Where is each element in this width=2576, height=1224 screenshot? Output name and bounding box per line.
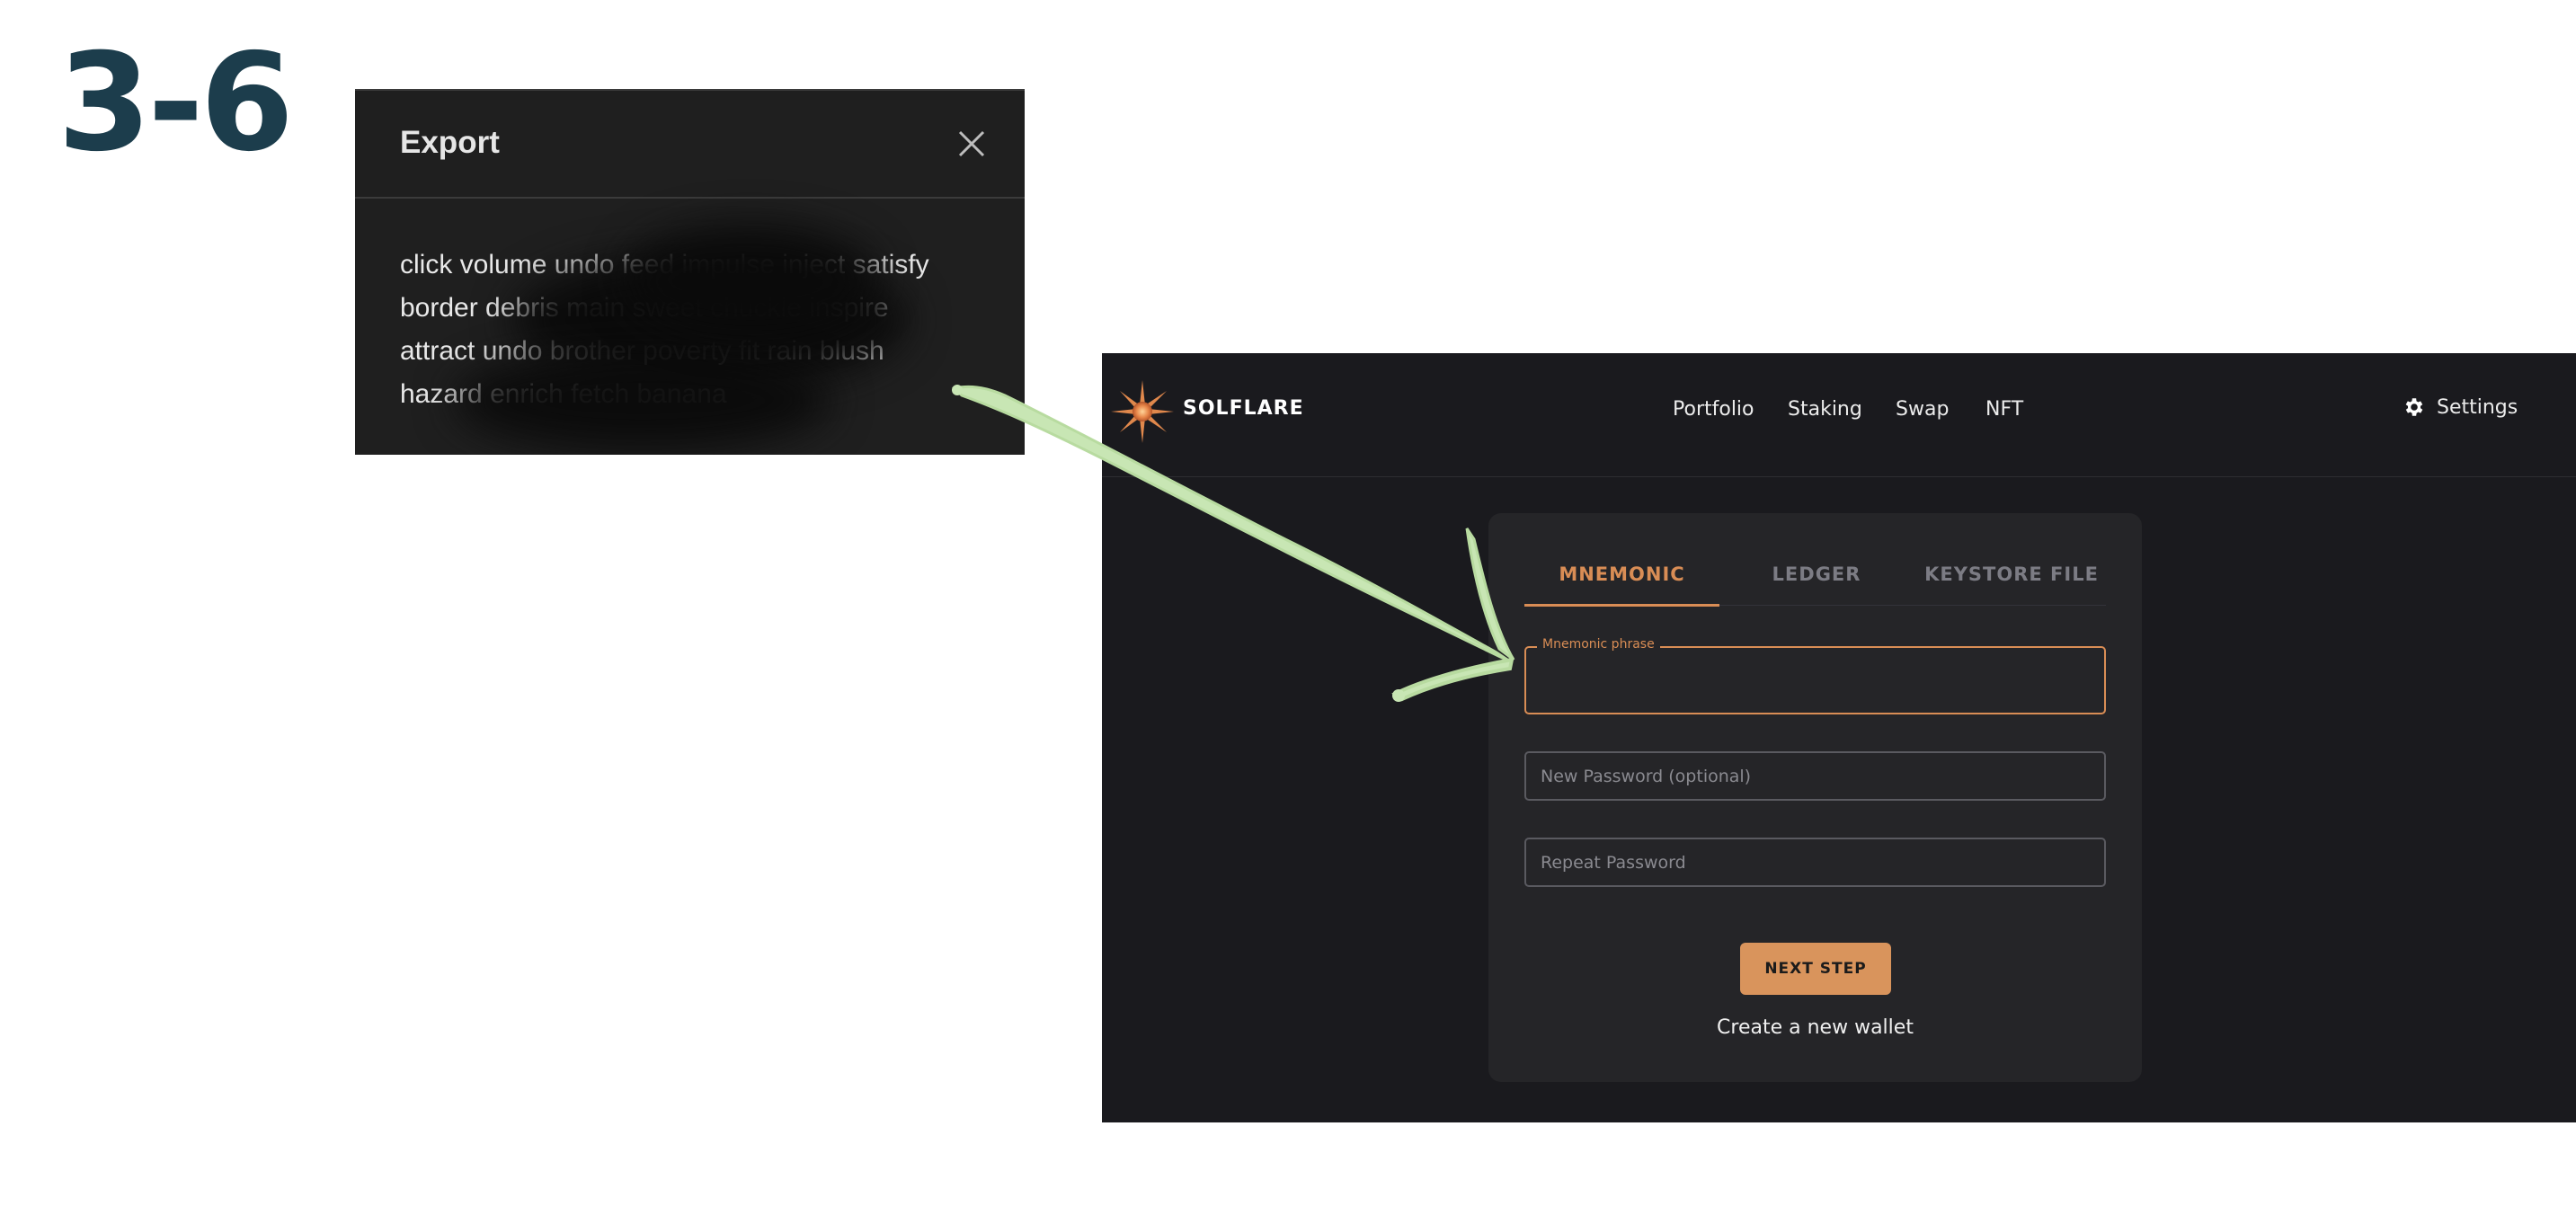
new-password-field[interactable]: [1524, 751, 2106, 801]
nav-staking[interactable]: Staking: [1788, 398, 1862, 421]
create-new-wallet-link[interactable]: Create a new wallet: [1488, 1016, 2142, 1039]
access-wallet-card: MNEMONIC LEDGER KEYSTORE FILE Mnemonic p…: [1488, 513, 2142, 1082]
mnemonic-field[interactable]: Mnemonic phrase: [1524, 637, 2106, 714]
solflare-app: SOLFLARE Portfolio Staking Swap NFT Sett…: [1102, 353, 2576, 1122]
tab-keystore-file[interactable]: KEYSTORE FILE: [1917, 563, 2106, 585]
repeat-password-input[interactable]: [1526, 839, 2104, 885]
tab-bar: MNEMONIC LEDGER KEYSTORE FILE: [1524, 549, 2106, 607]
mnemonic-line: click volume undo feed impulse inject sa…: [400, 250, 929, 279]
top-navbar: SOLFLARE Portfolio Staking Swap NFT Sett…: [1102, 353, 2576, 477]
gear-icon: [2405, 398, 2423, 416]
repeat-password-field[interactable]: [1524, 838, 2106, 887]
export-modal-header: Export: [355, 91, 1025, 199]
mnemonic-line: attract undo brother poverty fit rain bl…: [400, 336, 884, 366]
export-modal-title: Export: [400, 125, 500, 160]
next-step-button[interactable]: NEXT STEP: [1740, 943, 1891, 995]
step-label: 3-6: [58, 25, 294, 182]
new-password-input[interactable]: [1526, 753, 2104, 799]
mnemonic-field-label: Mnemonic phrase: [1537, 637, 1660, 652]
mnemonic-line: hazard enrich fetch banana: [400, 379, 727, 409]
tab-mnemonic[interactable]: MNEMONIC: [1524, 563, 1719, 585]
settings-button[interactable]: Settings: [2403, 395, 2518, 419]
solflare-sun-logo[interactable]: [1111, 380, 1174, 443]
tab-ledger[interactable]: LEDGER: [1749, 563, 1884, 585]
nav-portfolio[interactable]: Portfolio: [1673, 398, 1754, 421]
export-modal: Export click volume undo feed impulse in…: [355, 89, 1025, 455]
active-tab-indicator: [1524, 604, 1719, 607]
brand-name: SOLFLARE: [1183, 397, 1304, 420]
settings-label: Settings: [2437, 395, 2518, 419]
mnemonic-input[interactable]: [1526, 648, 2104, 713]
close-icon[interactable]: [956, 129, 987, 159]
mnemonic-text: click volume undo feed impulse inject sa…: [400, 244, 984, 416]
nav-swap[interactable]: Swap: [1896, 398, 1949, 421]
mnemonic-line: border debris main sweet chuckle inspire: [400, 293, 889, 323]
nav-nft[interactable]: NFT: [1985, 398, 2023, 421]
